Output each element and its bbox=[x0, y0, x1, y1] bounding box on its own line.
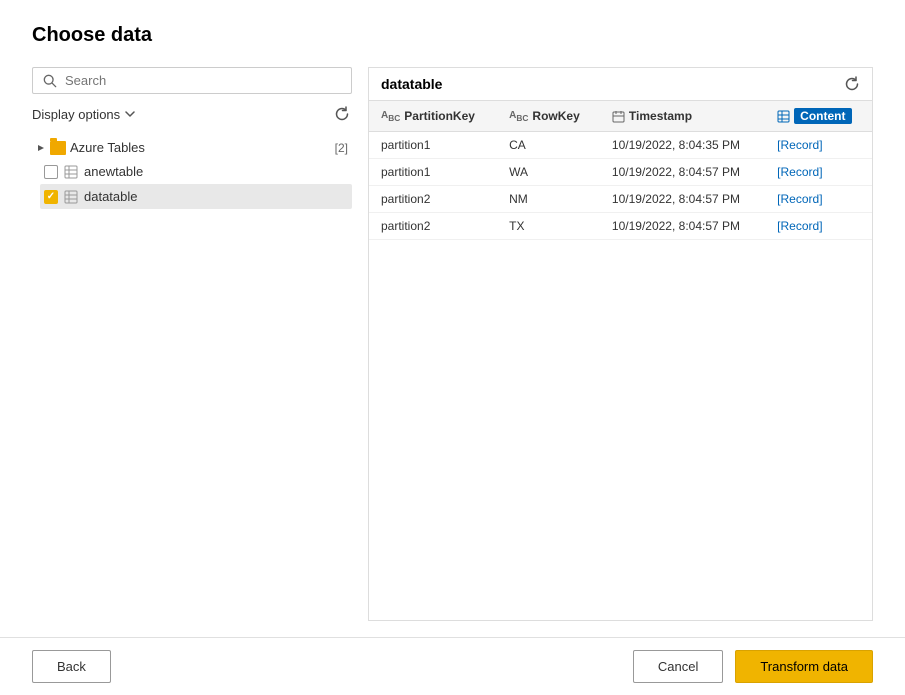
table-row: partition2TX10/19/2022, 8:04:57 PM [Recor… bbox=[369, 213, 872, 240]
timestamp-type-icon bbox=[612, 110, 625, 123]
search-box bbox=[32, 67, 352, 94]
page-title: Choose data bbox=[32, 24, 873, 47]
cell-timestamp: 10/19/2022, 8:04:35 PM bbox=[600, 132, 765, 159]
cell-partitionkey: partition1 bbox=[369, 159, 497, 186]
record-link[interactable]: [Record] bbox=[777, 138, 822, 152]
table-header: ABC PartitionKey ABC RowKey bbox=[369, 101, 872, 132]
tree-group-header[interactable]: Azure Tables [2] bbox=[32, 136, 352, 159]
refresh-button[interactable] bbox=[332, 104, 352, 124]
partitionkey-label: PartitionKey bbox=[404, 109, 475, 123]
cell-rowkey: WA bbox=[497, 159, 600, 186]
datatable-label: datatable bbox=[84, 189, 138, 204]
search-input[interactable] bbox=[65, 73, 341, 88]
table-row: partition1CA10/19/2022, 8:04:35 PM [Recor… bbox=[369, 132, 872, 159]
cell-timestamp: 10/19/2022, 8:04:57 PM bbox=[600, 213, 765, 240]
cell-partitionkey: partition2 bbox=[369, 186, 497, 213]
display-options-label: Display options bbox=[32, 107, 120, 122]
partitionkey-type-icon: ABC bbox=[381, 110, 400, 123]
folder-icon bbox=[50, 141, 66, 155]
tree-expand-icon bbox=[36, 143, 46, 153]
cell-timestamp: 10/19/2022, 8:04:57 PM bbox=[600, 159, 765, 186]
table-body: partition1CA10/19/2022, 8:04:35 PM [Recor… bbox=[369, 132, 872, 240]
cell-timestamp: 10/19/2022, 8:04:57 PM bbox=[600, 186, 765, 213]
table-row: partition1WA10/19/2022, 8:04:57 PM [Recor… bbox=[369, 159, 872, 186]
table-header-row: datatable bbox=[369, 68, 872, 101]
right-panel: datatable ABC PartitionKey bbox=[368, 67, 873, 621]
cell-content: [Record] bbox=[765, 213, 872, 240]
content-label: Content bbox=[794, 108, 851, 124]
left-panel: Display options bbox=[32, 67, 352, 621]
table-icon-datatable bbox=[64, 190, 78, 204]
tree-group-label: Azure Tables bbox=[70, 140, 331, 155]
footer-right: Cancel Transform data bbox=[633, 650, 873, 683]
cancel-button[interactable]: Cancel bbox=[633, 650, 723, 683]
chevron-down-icon bbox=[124, 108, 136, 120]
tree-group-azure-tables: Azure Tables [2] bbox=[32, 136, 352, 209]
record-link[interactable]: [Record] bbox=[777, 165, 822, 179]
col-header-content: Content bbox=[765, 101, 872, 132]
col-header-rowkey: ABC RowKey bbox=[497, 101, 600, 132]
tree-area: Azure Tables [2] bbox=[32, 134, 352, 621]
footer-left: Back bbox=[32, 650, 111, 683]
preview-table-name: datatable bbox=[381, 76, 442, 92]
content-type-icon bbox=[777, 110, 790, 123]
search-icon bbox=[43, 74, 57, 88]
tree-item-datatable[interactable]: datatable bbox=[40, 184, 352, 209]
anewtable-checkbox[interactable] bbox=[44, 165, 58, 179]
cell-content: [Record] bbox=[765, 132, 872, 159]
preview-refresh-button[interactable] bbox=[844, 76, 860, 92]
record-link[interactable]: [Record] bbox=[777, 192, 822, 206]
preview-refresh-icon bbox=[844, 76, 860, 92]
anewtable-label: anewtable bbox=[84, 164, 143, 179]
tree-item-anewtable[interactable]: anewtable bbox=[40, 159, 352, 184]
timestamp-label: Timestamp bbox=[629, 109, 692, 123]
cell-rowkey: CA bbox=[497, 132, 600, 159]
table-row: partition2NM10/19/2022, 8:04:57 PM [Recor… bbox=[369, 186, 872, 213]
cell-partitionkey: partition1 bbox=[369, 132, 497, 159]
col-header-partitionkey: ABC PartitionKey bbox=[369, 101, 497, 132]
col-header-timestamp: Timestamp bbox=[600, 101, 765, 132]
cell-content: [Record] bbox=[765, 159, 872, 186]
cell-content: [Record] bbox=[765, 186, 872, 213]
cell-rowkey: NM bbox=[497, 186, 600, 213]
cell-partitionkey: partition2 bbox=[369, 213, 497, 240]
transform-data-button[interactable]: Transform data bbox=[735, 650, 873, 683]
rowkey-label: RowKey bbox=[532, 109, 579, 123]
table-icon-anewtable bbox=[64, 165, 78, 179]
display-options-button[interactable]: Display options bbox=[32, 107, 136, 122]
data-table: ABC PartitionKey ABC RowKey bbox=[369, 101, 872, 240]
cell-rowkey: TX bbox=[497, 213, 600, 240]
tree-items: anewtable datatable bbox=[40, 159, 352, 209]
datatable-checkbox[interactable] bbox=[44, 190, 58, 204]
display-options-row: Display options bbox=[32, 102, 352, 126]
refresh-icon bbox=[334, 106, 350, 122]
back-button[interactable]: Back bbox=[32, 650, 111, 683]
footer: Back Cancel Transform data bbox=[0, 637, 905, 695]
record-link[interactable]: [Record] bbox=[777, 219, 822, 233]
tree-group-count: [2] bbox=[335, 141, 348, 155]
rowkey-type-icon: ABC bbox=[509, 110, 528, 123]
